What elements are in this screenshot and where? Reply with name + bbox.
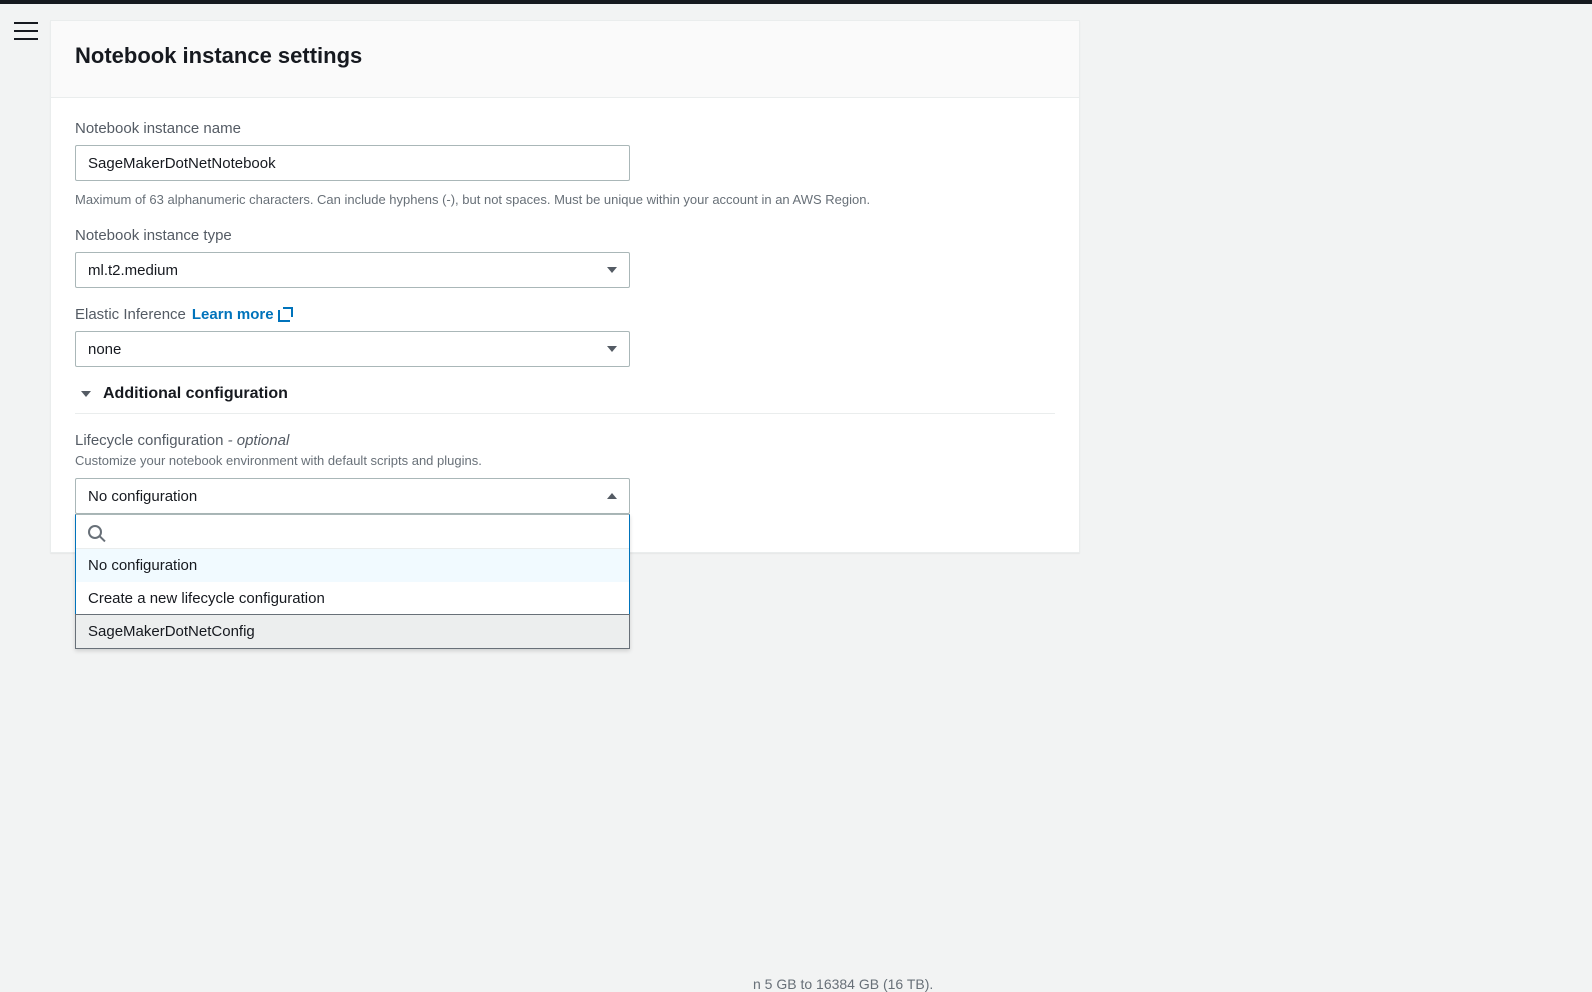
lifecycle-option-no-config[interactable]: No configuration xyxy=(76,549,629,582)
instance-type-value: ml.t2.medium xyxy=(88,262,178,279)
card-header: Notebook instance settings xyxy=(51,21,1079,98)
dropdown-search-input[interactable] xyxy=(110,523,617,540)
page-title: Notebook instance settings xyxy=(75,43,1055,69)
chevron-down-icon xyxy=(607,267,617,273)
lifecycle-value: No configuration xyxy=(88,488,197,505)
notebook-name-input[interactable] xyxy=(75,145,630,181)
additional-expander: Additional configuration xyxy=(75,385,1055,414)
chevron-down-icon xyxy=(607,346,617,352)
additional-title: Additional configuration xyxy=(103,385,288,403)
lifecycle-dropdown-wrap: No configuration No configuration Create… xyxy=(75,478,630,514)
lifecycle-label: Lifecycle configuration xyxy=(75,432,223,449)
lifecycle-hint: Customize your notebook environment with… xyxy=(75,453,1055,468)
chevron-up-icon xyxy=(607,493,617,499)
card-body: Notebook instance name Maximum of 63 alp… xyxy=(51,98,1079,552)
type-label: Notebook instance type xyxy=(75,227,1055,244)
lifecycle-select[interactable]: No configuration xyxy=(75,478,630,514)
lifecycle-option-create-new[interactable]: Create a new lifecycle configuration xyxy=(76,582,629,615)
name-label: Notebook instance name xyxy=(75,120,1055,137)
external-link-icon xyxy=(278,308,292,322)
dropdown-search-row xyxy=(76,515,629,549)
instance-type-select[interactable]: ml.t2.medium xyxy=(75,252,630,288)
name-group: Notebook instance name Maximum of 63 alp… xyxy=(75,120,1055,209)
name-hint: Maximum of 63 alphanumeric characters. C… xyxy=(75,191,1055,209)
lifecycle-dropdown-panel: No configuration Create a new lifecycle … xyxy=(75,514,630,649)
lifecycle-label-line: Lifecycle configuration - optional xyxy=(75,432,1055,449)
search-icon xyxy=(88,525,102,539)
menu-icon[interactable] xyxy=(14,22,38,40)
learn-more-link[interactable]: Learn more xyxy=(192,306,292,323)
elastic-select[interactable]: none xyxy=(75,331,630,367)
lifecycle-group: Lifecycle configuration - optional Custo… xyxy=(75,432,1055,514)
learn-more-text: Learn more xyxy=(192,306,274,323)
lifecycle-option-sagemaker-config[interactable]: SageMakerDotNetConfig xyxy=(75,614,630,649)
additional-toggle[interactable]: Additional configuration xyxy=(75,385,1055,403)
type-group: Notebook instance type ml.t2.medium xyxy=(75,227,1055,288)
volume-hint-fragment: n 5 GB to 16384 GB (16 TB). xyxy=(753,976,933,992)
elastic-value: none xyxy=(88,341,121,358)
page-wrap: Notebook instance settings Notebook inst… xyxy=(0,4,1592,553)
elastic-group: Elastic Inference Learn more none xyxy=(75,306,1055,367)
elastic-label: Elastic Inference xyxy=(75,306,186,323)
lifecycle-optional: - optional xyxy=(223,432,289,449)
settings-card: Notebook instance settings Notebook inst… xyxy=(50,20,1080,553)
elastic-label-line: Elastic Inference Learn more xyxy=(75,306,1055,323)
caret-down-icon xyxy=(81,391,91,397)
